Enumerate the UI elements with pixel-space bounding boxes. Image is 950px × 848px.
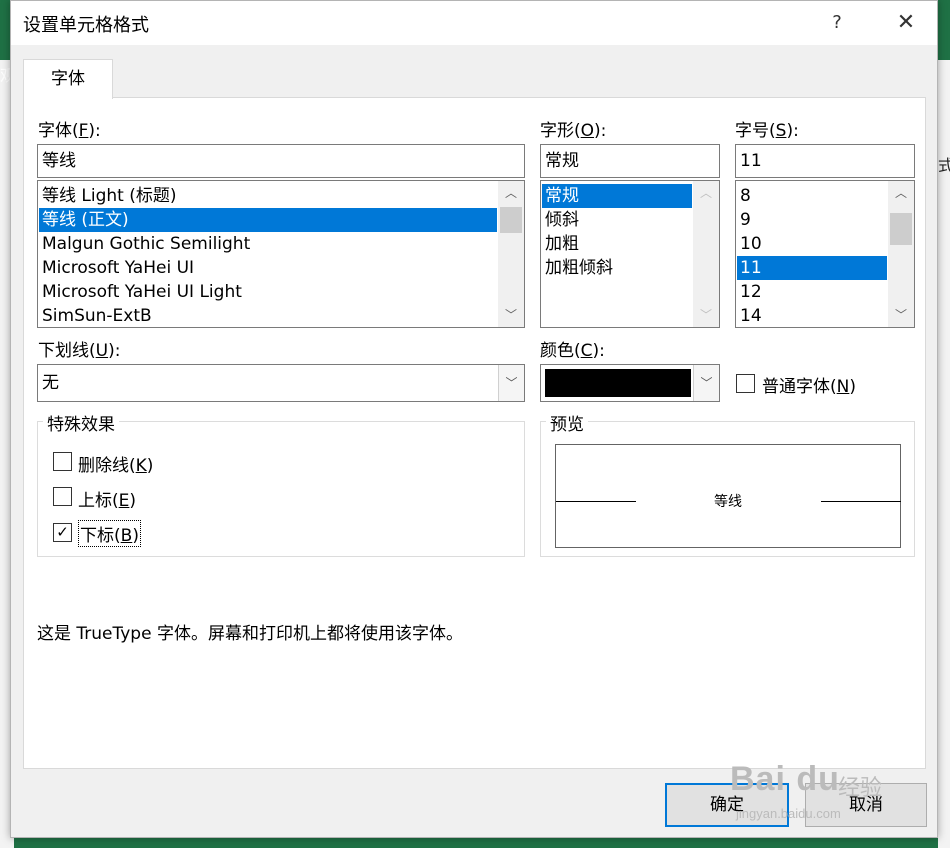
baidu-watermark-text: 经验 [838, 776, 883, 801]
style-list-item-selected[interactable]: 常规 [542, 184, 692, 208]
size-list-item[interactable]: 8 [737, 184, 887, 208]
excel-background-right [938, 0, 950, 848]
size-list-item[interactable]: 9 [737, 208, 887, 232]
chevron-down-icon[interactable]: ﹀ [498, 365, 524, 401]
dialog-title: 设置单元格格式 [23, 15, 149, 36]
subscript-checkbox[interactable]: ✓ [53, 523, 72, 542]
font-list-item[interactable]: Microsoft YaHei UI [39, 256, 497, 280]
size-list-item[interactable]: 14 [737, 304, 887, 327]
superscript-label[interactable]: 上标(E) [78, 486, 136, 511]
style-listbox[interactable]: 常规 倾斜 加粗 加粗倾斜 ︿ ﹀ [540, 180, 720, 328]
baidu-watermark-url: jingyan.baidu.com [736, 806, 841, 821]
tab-font[interactable]: 字体 [23, 59, 113, 99]
scroll-down-icon[interactable]: ﹀ [693, 303, 719, 327]
font-listbox[interactable]: 等线 Light (标题) 等线 (正文) Malgun Gothic Semi… [37, 180, 525, 328]
chevron-down-icon[interactable]: ﹀ [693, 365, 719, 401]
preview-group-title: 预览 [546, 410, 588, 435]
excel-ribbon-text-right: 式 [938, 156, 950, 175]
style-list-scrollbar[interactable]: ︿ ﹀ [693, 181, 719, 327]
scroll-up-icon[interactable]: ︿ [498, 181, 524, 205]
strikethrough-checkbox[interactable] [53, 452, 72, 471]
font-info-text: 这是 TrueType 字体。屏幕和打印机上都将使用该字体。 [37, 624, 463, 644]
style-list-item[interactable]: 加粗倾斜 [542, 256, 692, 280]
size-label: 字号(S): [735, 121, 799, 141]
checkmark-icon: ✓ [56, 523, 69, 541]
superscript-checkbox[interactable] [53, 487, 72, 506]
color-label: 颜色(C): [540, 341, 605, 361]
title-bar: 设置单元格格式 ? ✕ [11, 1, 937, 45]
help-button[interactable]: ? [817, 1, 857, 45]
effects-group-title: 特殊效果 [43, 410, 119, 435]
size-listbox[interactable]: 8 9 10 11 12 14 ︿ ﹀ [735, 180, 915, 328]
font-list-item[interactable]: Microsoft YaHei UI Light [39, 280, 497, 304]
style-list-item[interactable]: 倾斜 [542, 208, 692, 232]
preview-baseline-right [821, 501, 901, 502]
scroll-down-icon[interactable]: ﹀ [498, 303, 524, 327]
font-list-item[interactable]: 等线 Light (标题) [39, 184, 497, 208]
size-list-scrollbar[interactable]: ︿ ﹀ [888, 181, 914, 327]
format-cells-dialog: 设置单元格格式 ? ✕ 字体 字体(F): 等线 等线 Light (标题) 等… [10, 0, 938, 838]
scroll-thumb[interactable] [500, 207, 522, 233]
scroll-down-icon[interactable]: ﹀ [888, 303, 914, 327]
size-list-item-selected[interactable]: 11 [737, 256, 887, 280]
font-list-item[interactable]: Malgun Gothic Semilight [39, 232, 497, 256]
size-list-item[interactable]: 10 [737, 232, 887, 256]
close-button[interactable]: ✕ [883, 1, 929, 45]
style-label: 字形(O): [540, 121, 607, 141]
normal-font-checkbox[interactable] [736, 374, 755, 393]
normal-font-label[interactable]: 普通字体(N) [762, 372, 856, 397]
style-input[interactable]: 常规 [540, 144, 720, 178]
baidu-watermark-logo: Bai du [730, 760, 840, 798]
strikethrough-label[interactable]: 删除线(K) [78, 451, 153, 476]
font-list-item-selected[interactable]: 等线 (正文) [39, 208, 497, 232]
font-list-scrollbar[interactable]: ︿ ﹀ [498, 181, 524, 327]
preview-box: 等线 [555, 444, 901, 548]
underline-value: 无 [42, 373, 59, 393]
scroll-up-icon[interactable]: ︿ [888, 181, 914, 205]
size-list-item[interactable]: 12 [737, 280, 887, 304]
size-input[interactable]: 11 [735, 144, 915, 178]
color-swatch [545, 369, 691, 397]
subscript-label[interactable]: 下标(B) [78, 520, 141, 547]
font-input[interactable]: 等线 [37, 144, 525, 178]
underline-select[interactable]: 无 ﹀ [37, 364, 525, 402]
color-select[interactable]: ﹀ [540, 364, 720, 402]
style-list-item[interactable]: 加粗 [542, 232, 692, 256]
font-tab-panel: 字体(F): 等线 等线 Light (标题) 等线 (正文) Malgun G… [23, 97, 926, 769]
underline-label: 下划线(U): [38, 341, 121, 361]
font-list-item[interactable]: SimSun-ExtB [39, 304, 497, 327]
font-label: 字体(F): [38, 121, 101, 141]
scroll-thumb[interactable] [890, 213, 912, 245]
scroll-up-icon[interactable]: ︿ [693, 181, 719, 205]
